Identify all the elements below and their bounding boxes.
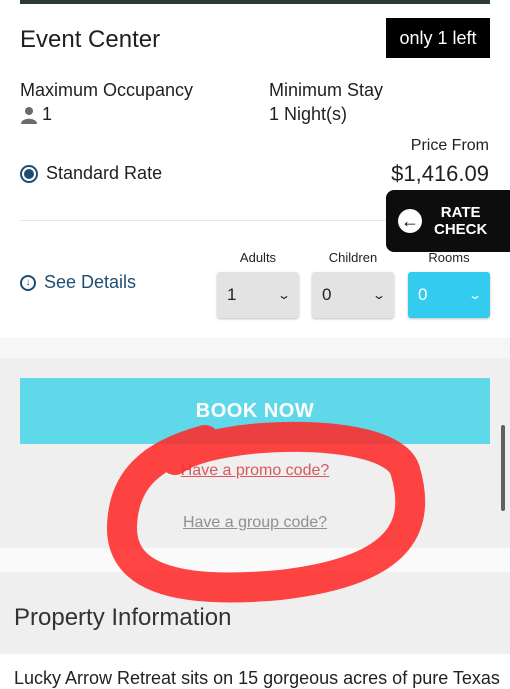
book-now-button[interactable]: BOOK NOW <box>20 378 490 444</box>
chevron-down-icon: ⌄ <box>276 288 292 302</box>
rate-check-button[interactable]: ← RATE CHECK <box>386 190 510 252</box>
price-from-label: Price From <box>410 137 489 154</box>
adults-label: Adults <box>239 250 277 265</box>
room-title: Event Center <box>20 26 161 53</box>
rate-name: Standard Rate <box>46 163 163 183</box>
rate-radio[interactable] <box>20 164 38 183</box>
see-details-label: See Details <box>44 272 137 292</box>
min-stay-label: Minimum Stay <box>269 80 384 100</box>
see-details-link[interactable]: ↓ See Details <box>20 272 136 293</box>
property-info-title: Property Information <box>14 604 232 631</box>
room-image-strip <box>20 0 490 4</box>
section-gap <box>0 548 510 572</box>
occupancy-number: 1 <box>42 104 53 124</box>
rooms-select[interactable]: 0 ⌄ <box>408 272 490 318</box>
arrow-left-icon: ← <box>398 209 422 233</box>
children-select[interactable]: 0 ⌄ <box>312 272 394 318</box>
min-stay-value: 1 Night(s) <box>269 104 348 124</box>
children-label: Children <box>328 250 378 265</box>
children-value: 0 <box>322 285 332 304</box>
rooms-value: 0 <box>418 285 428 304</box>
scrollbar-thumb[interactable] <box>501 425 505 511</box>
section-gap <box>0 338 510 358</box>
rate-check-label: RATE CHECK <box>434 204 488 238</box>
adults-select[interactable]: 1 ⌄ <box>217 272 299 318</box>
max-occupancy-label: Maximum Occupancy <box>20 80 194 100</box>
chevron-down-icon: ⌄ <box>467 288 483 302</box>
group-code-link[interactable]: Have a group code? <box>0 514 510 532</box>
promo-code-link[interactable]: Have a promo code? <box>0 462 510 480</box>
adults-value: 1 <box>227 285 237 304</box>
circle-arrow-down-icon: ↓ <box>20 274 36 291</box>
max-occupancy-value: 1 <box>20 104 52 125</box>
rooms-label: Rooms <box>428 250 470 265</box>
availability-badge: only 1 left <box>386 18 490 58</box>
price-value: $1,416.09 <box>391 161 489 186</box>
chevron-down-icon: ⌄ <box>371 288 387 302</box>
property-description: Lucky Arrow Retreat sits on 15 gorgeous … <box>14 668 500 688</box>
person-icon <box>21 106 37 124</box>
rate-option[interactable]: Standard Rate <box>20 163 162 184</box>
